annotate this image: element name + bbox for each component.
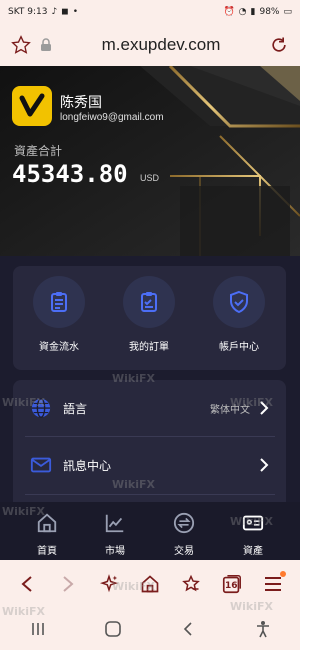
quick-action-label: 帳戶中心 [219, 342, 259, 353]
battery-icon: ▭ [283, 7, 292, 17]
total-assets-label: 資產合計 [14, 144, 63, 158]
forward-icon[interactable] [55, 571, 81, 597]
ledger-icon [33, 276, 85, 328]
quick-actions-card: 資金流水 我的訂單 帳戶中心 [13, 266, 286, 370]
watermark: WikiFX [2, 605, 45, 618]
quick-action-orders[interactable]: 我的訂單 [109, 276, 189, 353]
account-header: 陈秀国 longfeiwo9@gmail.com 資產合計 45343.80 U… [0, 66, 300, 256]
watermark: WikiFX [2, 505, 45, 518]
watermark: WikiFX [2, 396, 45, 409]
exchange-icon [171, 510, 197, 536]
watermark: WikiFX [112, 580, 155, 593]
back-icon[interactable] [14, 571, 40, 597]
tab-label: 首頁 [37, 546, 57, 557]
watermark: WikiFX [112, 372, 155, 385]
home-button-icon[interactable] [100, 616, 126, 642]
tab-market[interactable]: 市場 [80, 510, 150, 557]
quick-action-ledger[interactable]: 資金流水 [19, 276, 99, 353]
quick-action-label: 我的訂單 [129, 342, 169, 353]
url-text[interactable]: m.exupdev.com [54, 35, 268, 55]
bookmarks-icon[interactable] [178, 571, 204, 597]
mute-icon: ♪ [51, 7, 58, 17]
dot-icon: • [72, 7, 79, 17]
watermark: WikiFX [230, 396, 273, 409]
menu-icon[interactable] [260, 571, 287, 597]
accessibility-icon[interactable] [250, 616, 276, 642]
notification-icon: ◼ [61, 7, 69, 17]
signal-icon: ▮ [250, 7, 256, 17]
browser-url-bar: m.exupdev.com [0, 24, 300, 66]
system-nav-bar [0, 608, 300, 650]
status-bar: SKT 9:13 ♪ ◼ • ⏰ ◔ ▮ 98% ▭ [0, 0, 300, 24]
recent-apps-icon[interactable] [25, 616, 51, 642]
alarm-icon: ⏰ [223, 7, 235, 17]
watermark: WikiFX [112, 478, 155, 491]
reload-icon[interactable] [268, 34, 290, 56]
lock-icon[interactable] [38, 37, 54, 53]
watermark: WikiFX [230, 515, 273, 528]
user-email: longfeiwo9@gmail.com [60, 112, 164, 123]
setting-label: 語言 [63, 401, 88, 416]
back-button-icon[interactable] [175, 616, 201, 642]
status-time: SKT 9:13 [8, 7, 48, 17]
divider [25, 494, 275, 495]
total-assets-unit: USD [140, 173, 160, 183]
tabs-icon[interactable]: 16 [219, 571, 245, 597]
total-assets-value: 45343.80 [12, 160, 128, 188]
quick-action-account[interactable]: 帳戶中心 [199, 276, 279, 353]
wifi-icon: ◔ [238, 7, 247, 17]
tab-label: 市場 [105, 546, 125, 557]
mail-icon [29, 453, 53, 477]
bottom-tab-bar: 首頁 市場 交易 資產 [0, 502, 300, 560]
notification-dot [280, 571, 287, 577]
setting-label: 訊息中心 [63, 458, 112, 473]
user-name: 陈秀国 [60, 95, 102, 111]
tab-label: 資產 [243, 546, 263, 557]
shield-icon [213, 276, 265, 328]
battery-level: 98% [259, 7, 280, 17]
quick-action-label: 資金流水 [39, 342, 79, 353]
bookmark-star-icon[interactable] [10, 34, 32, 56]
chevron-right-icon [258, 457, 270, 473]
tabs-count: 16 [225, 581, 238, 591]
watermark: WikiFX [230, 600, 273, 613]
orders-icon [123, 276, 175, 328]
chart-icon [102, 510, 128, 536]
avatar[interactable] [12, 86, 52, 126]
tab-label: 交易 [174, 546, 194, 557]
tab-trade[interactable]: 交易 [149, 510, 219, 557]
